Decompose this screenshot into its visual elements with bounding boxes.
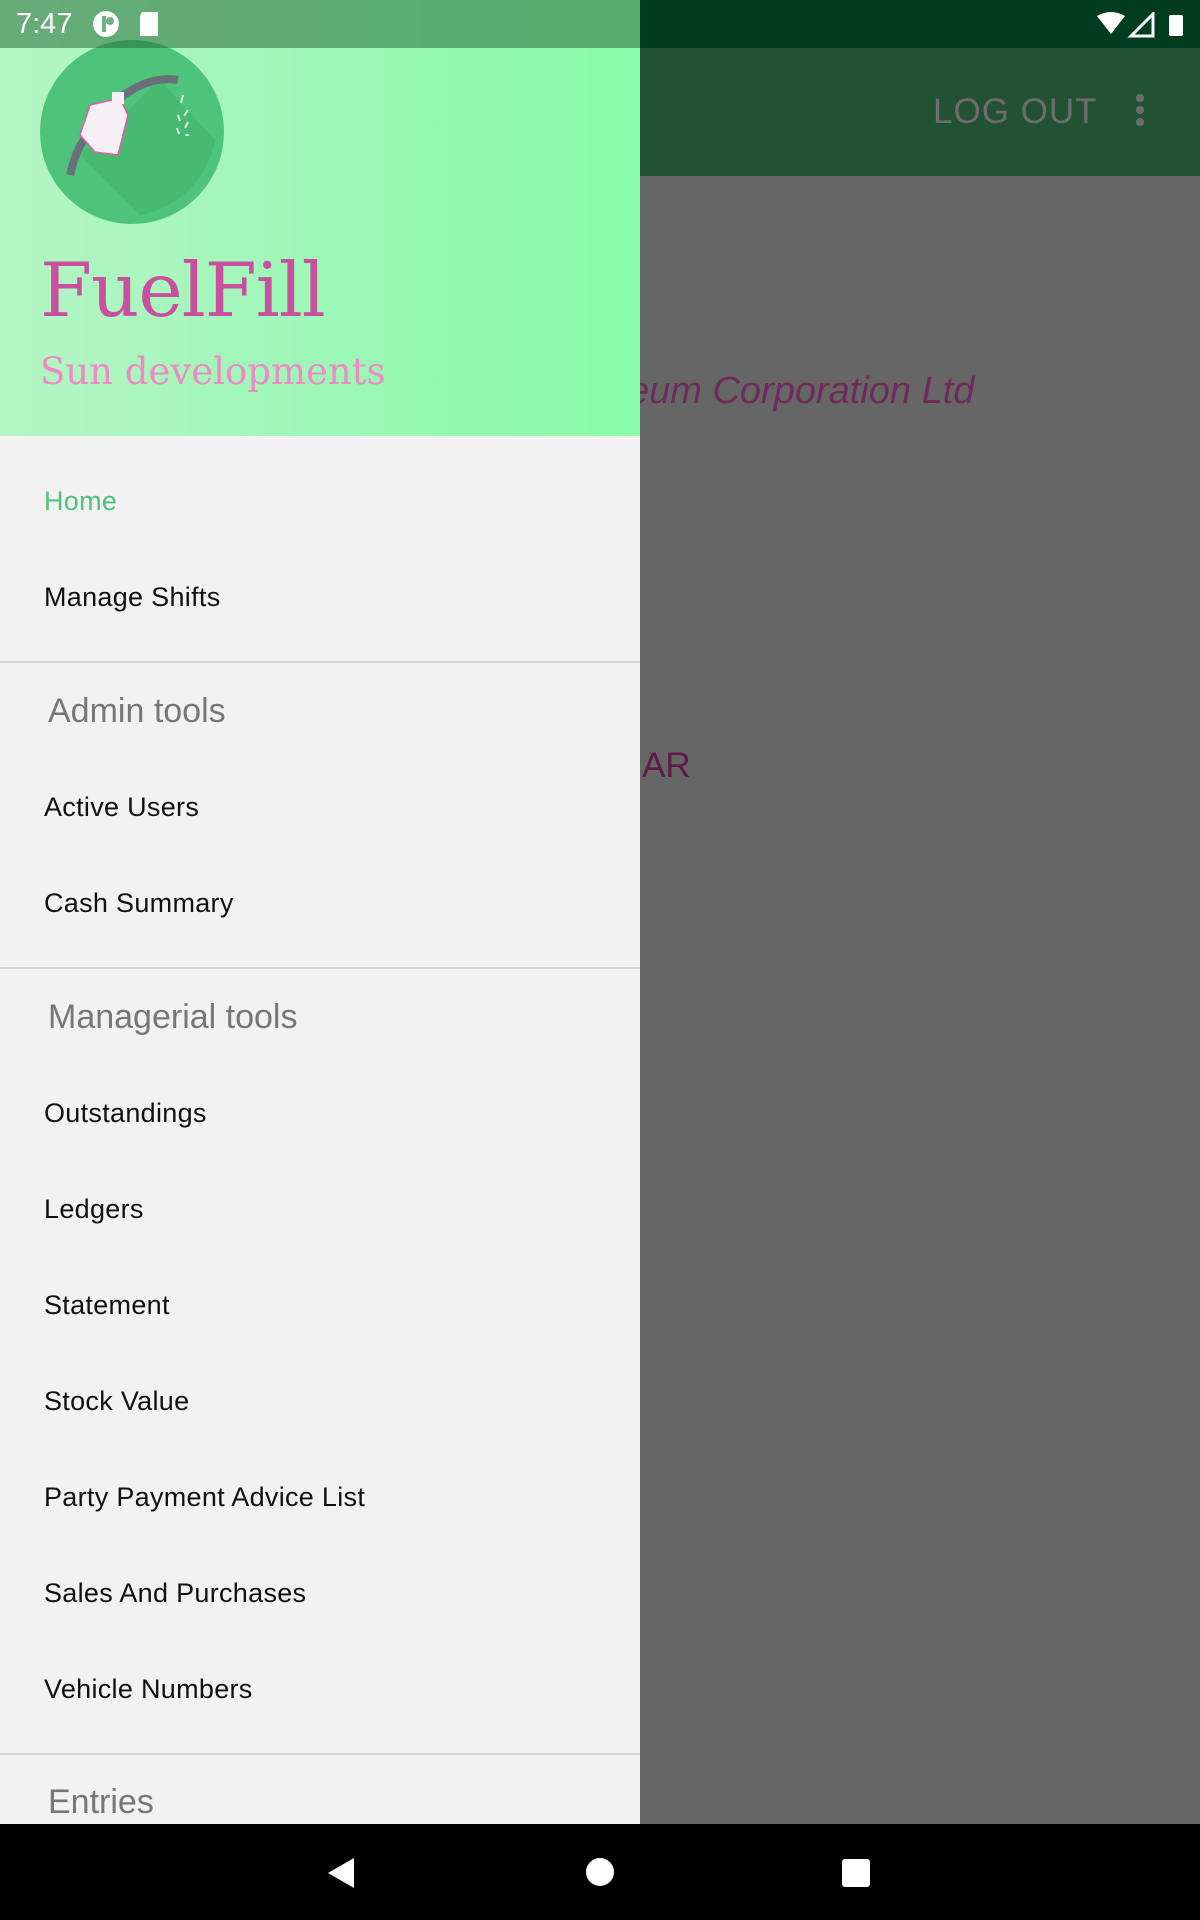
divider <box>0 661 640 663</box>
signal-icon <box>1127 12 1155 38</box>
section-managerial-tools: Managerial tools <box>48 998 298 1036</box>
battery-icon <box>1169 15 1183 36</box>
nav-item-outstandings[interactable]: Outstandings <box>44 1098 207 1129</box>
navigation-drawer: FuelFill Sun developments 7:47 Home Mana… <box>0 0 640 1824</box>
sd-card-icon <box>140 12 158 36</box>
home-icon[interactable] <box>585 1857 615 1887</box>
app-name: FuelFill <box>40 246 326 334</box>
company-subtitle: eum Corporation Ltd <box>628 370 975 412</box>
recents-icon[interactable] <box>841 1858 871 1888</box>
wifi-icon <box>1097 12 1125 34</box>
system-nav-bar <box>0 1824 1200 1920</box>
divider <box>0 1753 640 1755</box>
section-entries: Entries <box>48 1783 154 1821</box>
drawer-status-overlay: 7:47 <box>0 0 640 48</box>
more-vert-icon[interactable] <box>1128 92 1152 132</box>
notification-icons <box>93 11 158 37</box>
system-status-icons <box>1097 12 1183 38</box>
clock: 7:47 <box>16 8 73 40</box>
nav-item-active-users[interactable]: Active Users <box>44 792 199 823</box>
nav-item-stock-value[interactable]: Stock Value <box>44 1386 189 1417</box>
nav-item-party-payment-advice-list[interactable]: Party Payment Advice List <box>44 1482 365 1513</box>
nav-item-ledgers[interactable]: Ledgers <box>44 1194 144 1225</box>
divider <box>0 967 640 969</box>
nav-item-manage-shifts[interactable]: Manage Shifts <box>44 582 221 613</box>
drawer-header: FuelFill Sun developments <box>0 0 640 436</box>
nav-item-cash-summary[interactable]: Cash Summary <box>44 888 234 919</box>
section-admin-tools: Admin tools <box>48 692 226 730</box>
fuel-pump-nozzle-icon <box>40 40 224 224</box>
nav-item-statement[interactable]: Statement <box>44 1290 170 1321</box>
logout-button[interactable]: LOG OUT <box>933 92 1098 132</box>
nav-item-vehicle-numbers[interactable]: Vehicle Numbers <box>44 1674 253 1705</box>
company-name: Sun developments <box>40 350 386 393</box>
back-icon[interactable] <box>326 1856 356 1890</box>
content-label: AR <box>642 746 691 785</box>
nav-item-sales-and-purchases[interactable]: Sales And Purchases <box>44 1578 306 1609</box>
nav-item-home[interactable]: Home <box>44 486 117 517</box>
